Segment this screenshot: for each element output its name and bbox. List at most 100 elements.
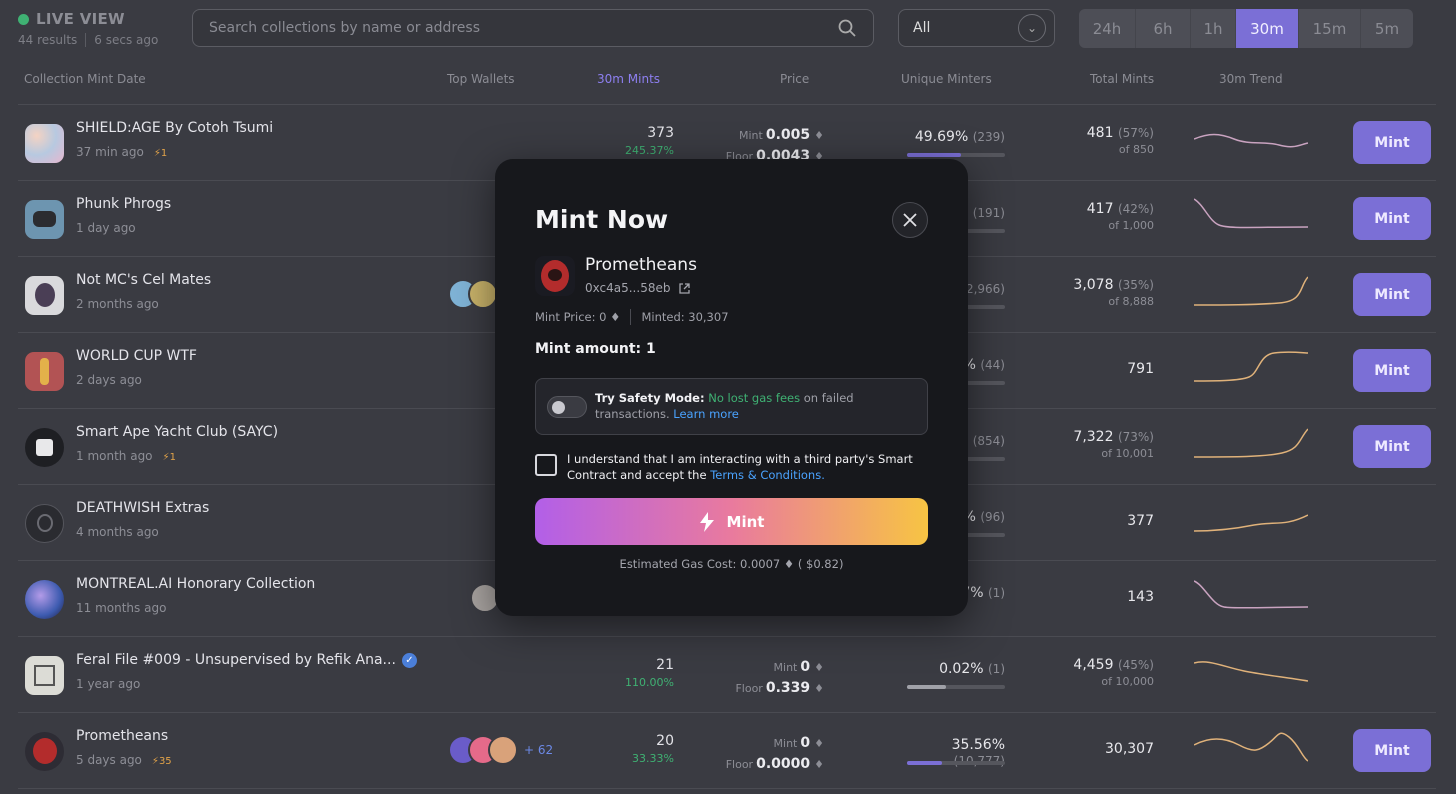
table-row[interactable]: Prometheans 5 days ago ⚡35 + 62 20 33.33% … [18, 713, 1436, 789]
mints-value: 21 [656, 657, 674, 673]
col-top-wallets[interactable]: Top Wallets [447, 72, 515, 86]
col-price[interactable]: Price [780, 72, 809, 86]
terms-checkbox[interactable] [535, 454, 557, 476]
eth-icon: ♦ [814, 737, 824, 750]
flame-count: ⚡35 [151, 756, 172, 767]
eth-icon: ♦ [814, 129, 824, 142]
collection-name[interactable]: MONTREAL.AI Honorary Collection [76, 576, 315, 592]
col-mints[interactable]: 30m Mints [597, 72, 660, 86]
gas-cost: Estimated Gas Cost: 0.0007 [619, 557, 781, 571]
trend-sparkline [1194, 514, 1308, 532]
collection-avatar [535, 256, 575, 296]
col-unique-minters[interactable]: Unique Minters [901, 72, 992, 86]
eth-icon: ♦ [610, 310, 621, 324]
gas-usd: ( $0.82) [797, 557, 844, 571]
terms-link[interactable]: Terms & Conditions. [710, 468, 825, 482]
verified-icon: ✓ [401, 653, 417, 668]
mint-submit-button[interactable]: Mint [535, 498, 928, 545]
contract-address[interactable]: 0xc4a5...58eb [585, 281, 670, 295]
unique-bar [907, 153, 1005, 157]
trend-sparkline [1194, 198, 1308, 229]
live-view-title: LIVE VIEW [36, 10, 125, 28]
col-trend: 30m Trend [1219, 72, 1283, 86]
collection-avatar [25, 656, 64, 695]
flame-count: ⚡1 [162, 452, 176, 463]
time-24h[interactable]: 24h [1079, 9, 1136, 48]
price-cell: Mint 0 ♦ Floor 0.339 ♦ [735, 659, 824, 696]
learn-more-link[interactable]: Learn more [673, 407, 739, 421]
time-1h[interactable]: 1h [1191, 9, 1236, 48]
collection-name[interactable]: Phunk Phrogs [76, 196, 171, 212]
collection-avatar [25, 428, 64, 467]
total-mints: 4,459 [1073, 657, 1114, 673]
time-15m[interactable]: 15m [1299, 9, 1361, 48]
mints-change: 33.33% [632, 752, 674, 765]
collection-age: 1 day ago [76, 221, 136, 235]
search-input[interactable] [209, 20, 837, 36]
eth-icon: ♦ [814, 661, 824, 674]
trend-sparkline [1194, 351, 1308, 382]
modal-collection-name: Prometheans [585, 255, 697, 275]
search-icon[interactable] [837, 18, 857, 38]
col-collection[interactable]: Collection Mint Date [24, 72, 146, 86]
trend-sparkline [1194, 133, 1308, 148]
collection-age: 1 year ago [76, 677, 141, 691]
mints-value: 20 [656, 733, 674, 749]
mint-button[interactable]: Mint [1353, 349, 1431, 392]
mint-button[interactable]: Mint [1353, 729, 1431, 772]
collection-age: 2 days ago [76, 373, 142, 387]
time-30m[interactable]: 30m [1236, 9, 1299, 48]
trend-sparkline [1194, 428, 1308, 458]
live-view-page: LIVE VIEW 44 results 6 secs ago All ⌄ 24… [0, 0, 1456, 794]
collection-age: 11 months ago [76, 601, 167, 615]
table-row[interactable]: Feral File #009 - Unsupervised by Refik … [18, 637, 1436, 713]
eth-icon: ♦ [783, 557, 795, 571]
collection-name[interactable]: SHIELD:AGE By Cotoh Tsumi [76, 120, 273, 136]
collection-age: 5 days ago [76, 753, 142, 767]
col-total-mints[interactable]: Total Mints [1090, 72, 1154, 86]
search-box[interactable] [192, 9, 874, 47]
time-6h[interactable]: 6h [1136, 9, 1191, 48]
collection-name[interactable]: DEATHWISH Extras [76, 500, 209, 516]
total-mints: 143 [1127, 589, 1154, 605]
total-mints: 30,307 [1105, 741, 1154, 757]
live-indicator-icon [18, 13, 29, 25]
mint-button[interactable]: Mint [1353, 425, 1431, 468]
safety-mode-toggle[interactable] [547, 396, 587, 418]
mint-button[interactable]: Mint [1353, 273, 1431, 316]
close-icon[interactable] [902, 212, 918, 228]
trend-sparkline [1194, 732, 1308, 762]
collection-name[interactable]: Not MC's Cel Mates [76, 272, 211, 288]
chevron-down-icon[interactable]: ⌄ [1018, 14, 1046, 42]
collection-name[interactable]: Smart Ape Yacht Club (SAYC) [76, 424, 278, 440]
time-5m[interactable]: 5m [1361, 9, 1413, 48]
wallet-avatar [488, 735, 518, 765]
trend-sparkline [1194, 276, 1308, 306]
timeframe-selector: 24h 6h 1h 30m 15m 5m [1079, 9, 1413, 48]
total-mints: 417 [1086, 201, 1114, 217]
trend-sparkline [1194, 580, 1308, 609]
mint-price: Mint Price: 0 [535, 310, 607, 324]
close-button[interactable] [892, 202, 928, 238]
external-link-icon[interactable] [678, 282, 691, 295]
total-mints: 377 [1127, 513, 1154, 529]
top-wallets[interactable] [448, 279, 498, 309]
collection-name[interactable]: Prometheans [76, 728, 168, 744]
total-mints: 7,322 [1073, 429, 1114, 445]
collection-avatar [25, 504, 64, 543]
mint-button[interactable]: Mint [1353, 197, 1431, 240]
collection-age: 2 months ago [76, 297, 159, 311]
filter-select[interactable]: All ⌄ [898, 9, 1055, 47]
mints-value: 373 [647, 125, 674, 141]
total-mints: 481 [1086, 125, 1114, 141]
collection-age: 37 min ago [76, 145, 144, 159]
collection-name[interactable]: Feral File #009 - Unsupervised by Refik … [76, 652, 417, 668]
top-wallets[interactable]: + 62 [448, 735, 553, 765]
collection-name[interactable]: WORLD CUP WTF [76, 348, 197, 364]
mint-button[interactable]: Mint [1353, 121, 1431, 164]
mints-change: 245.37% [625, 144, 674, 157]
mint-now-modal: Mint Now Prometheans 0xc4a5...58eb Mint … [495, 159, 968, 616]
flame-count: ⚡1 [153, 148, 168, 159]
collection-avatar [25, 276, 64, 315]
collection-age: 4 months ago [76, 525, 159, 539]
